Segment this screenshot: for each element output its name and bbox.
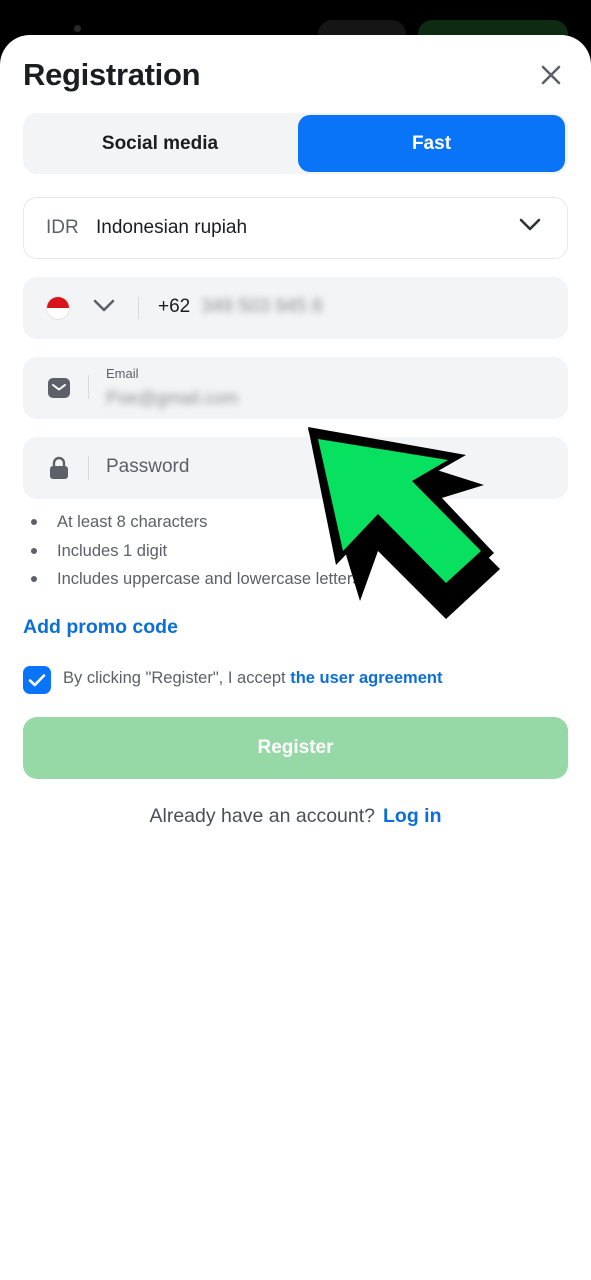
agreement-checkbox[interactable] xyxy=(23,666,51,694)
field-divider xyxy=(88,456,89,480)
registration-sheet: Registration Social media Fast IDR Indon… xyxy=(0,35,591,1280)
country-chevron-down-icon[interactable] xyxy=(93,299,115,313)
register-button[interactable]: Register xyxy=(23,717,568,779)
registration-method-tabs: Social media Fast xyxy=(23,113,568,174)
close-button[interactable] xyxy=(533,57,569,93)
phone-country-prefix: +62 xyxy=(158,296,191,317)
chevron-down-icon xyxy=(519,218,541,231)
page-title: Registration xyxy=(23,57,201,92)
email-field[interactable]: Email Poe@gmail.com xyxy=(23,357,568,419)
currency-name: Indonesian rupiah xyxy=(96,217,248,238)
field-divider xyxy=(138,297,139,319)
email-label: Email xyxy=(106,366,139,381)
status-bar-dot xyxy=(74,25,81,32)
add-promo-code-link[interactable]: Add promo code xyxy=(23,616,178,639)
log-in-link[interactable]: Log in xyxy=(383,805,441,827)
email-input[interactable]: Poe@gmail.com xyxy=(106,388,238,409)
login-prompt: Already have an account? xyxy=(149,805,376,827)
agreement-prefix: By clicking "Register", I accept xyxy=(63,669,291,687)
password-input[interactable]: Password xyxy=(106,456,189,478)
tab-fast[interactable]: Fast xyxy=(298,115,565,172)
currency-code: IDR xyxy=(46,217,79,238)
login-prompt-row: Already have an account? Log in xyxy=(0,805,591,828)
lock-icon xyxy=(50,456,68,479)
close-icon xyxy=(541,65,561,85)
agreement-text: By clicking "Register", I accept the use… xyxy=(63,669,442,688)
indonesia-flag-icon xyxy=(47,297,69,319)
field-divider xyxy=(88,375,89,399)
user-agreement-link[interactable]: the user agreement xyxy=(290,669,442,687)
currency-select[interactable]: IDR Indonesian rupiah xyxy=(23,197,568,259)
phone-field: +62 349 503 945 8 xyxy=(23,277,568,339)
phone-number-input[interactable]: 349 503 945 8 xyxy=(201,296,323,318)
tab-social-media[interactable]: Social media xyxy=(25,115,295,172)
envelope-icon xyxy=(48,378,70,398)
check-icon xyxy=(28,674,46,687)
green-arrow-icon xyxy=(308,427,500,619)
